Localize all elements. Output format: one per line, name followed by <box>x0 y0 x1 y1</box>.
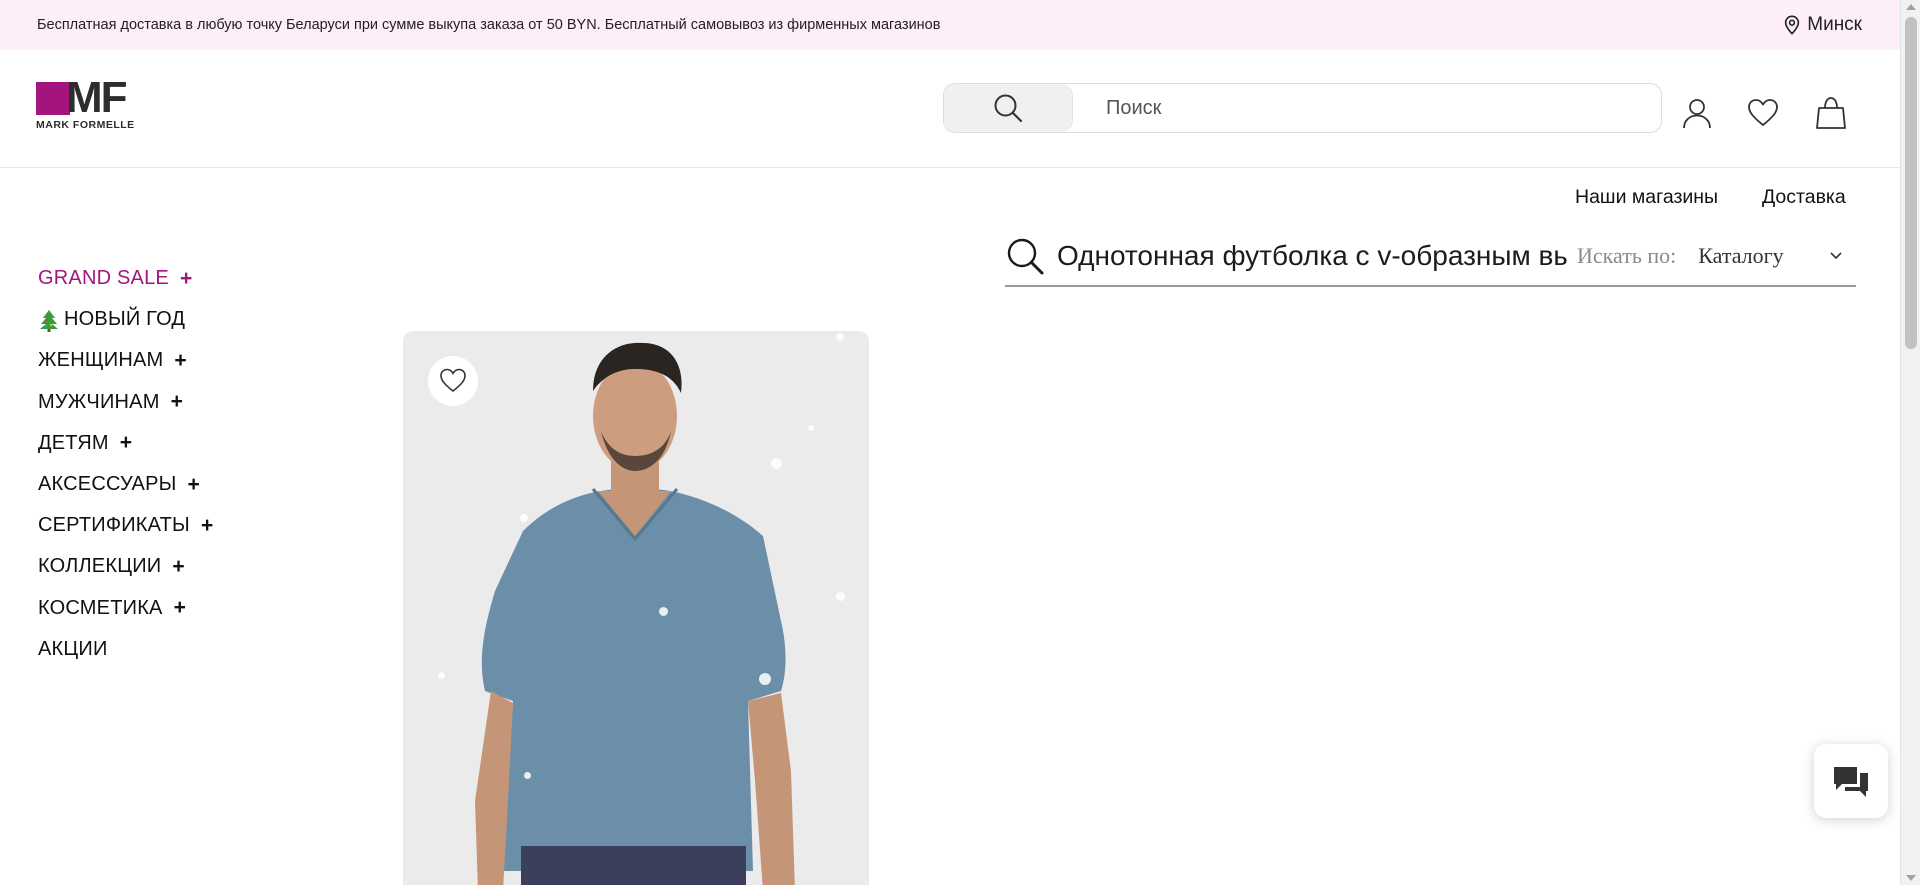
product-card[interactable] <box>403 331 869 885</box>
nav-item-accessories[interactable]: АКСЕССУАРЫ + <box>38 464 213 505</box>
product-image[interactable] <box>403 331 869 885</box>
logo[interactable]: MF MARK FORMELLE <box>36 76 158 132</box>
catalog-search-input[interactable]: Однотонная футболка с v-образным вы <box>1057 240 1567 272</box>
shopping-bag-icon <box>1816 97 1846 129</box>
nav-item-label: ЖЕНЩИНАМ <box>38 349 164 372</box>
expand-icon[interactable]: + <box>174 596 186 620</box>
user-icon <box>1683 99 1711 129</box>
christmas-tree-icon <box>40 309 58 332</box>
search-icon <box>994 94 1023 123</box>
nav-item-label: АКЦИИ <box>38 637 108 660</box>
promo-text: Бесплатная доставка в любую точку Белару… <box>37 17 941 33</box>
snowflake <box>836 592 845 601</box>
expand-icon[interactable]: + <box>120 431 132 455</box>
site-header: MF MARK FORMELLE <box>0 50 1900 168</box>
snowflake <box>836 333 844 341</box>
nav-item-label: КОЛЛЕКЦИИ <box>38 555 162 578</box>
city-selector[interactable]: Минск <box>1783 14 1862 36</box>
nav-item-kids[interactable]: ДЕТЯМ + <box>38 423 213 464</box>
heart-icon <box>440 368 466 393</box>
chevron-down-icon[interactable] <box>1828 248 1844 264</box>
cart-button[interactable] <box>1813 95 1849 131</box>
heart-icon <box>1748 99 1778 126</box>
add-to-wishlist-button[interactable] <box>428 356 478 406</box>
stores-link[interactable]: Наши магазины <box>1575 186 1718 209</box>
nav-item-label: СЕРТИФИКАТЫ <box>38 514 190 537</box>
snowflake <box>808 425 814 431</box>
nav-item-label: КОСМЕТИКА <box>38 596 163 619</box>
city-label: Минск <box>1807 14 1862 35</box>
nav-item-label: АКСЕССУАРЫ <box>38 473 177 496</box>
scroll-up-arrow[interactable] <box>1906 4 1916 10</box>
nav-item-label: GRAND SALE <box>38 267 169 290</box>
expand-icon[interactable]: + <box>174 349 186 373</box>
search-icon[interactable] <box>1005 236 1045 276</box>
nav-item-label: МУЖЧИНАМ <box>38 390 160 413</box>
nav-item-label: НОВЫЙ ГОД <box>64 308 186 331</box>
expand-icon[interactable]: + <box>180 267 192 291</box>
snowflake <box>771 458 782 469</box>
snowflake <box>524 772 531 779</box>
page-scrollbar[interactable] <box>1900 0 1920 885</box>
delivery-link[interactable]: Доставка <box>1762 186 1846 209</box>
logo-square <box>36 82 70 115</box>
scroll-thumb[interactable] <box>1905 17 1917 349</box>
expand-icon[interactable]: + <box>201 514 213 538</box>
catalog-search: Однотонная футболка с v-образным вы Иска… <box>1005 226 1856 287</box>
snowflake <box>659 607 668 616</box>
chat-button[interactable] <box>1814 744 1888 818</box>
promo-bar: Бесплатная доставка в любую точку Белару… <box>0 0 1900 50</box>
wishlist-button[interactable] <box>1745 95 1781 131</box>
nav-item-certificates[interactable]: СЕРТИФИКАТЫ + <box>38 505 213 546</box>
location-pin-icon <box>1785 15 1800 35</box>
category-nav: GRAND SALE + НОВЫЙ ГОД ЖЕНЩИНАМ + МУЖЧИН… <box>38 258 213 670</box>
nav-item-women[interactable]: ЖЕНЩИНАМ + <box>38 340 213 381</box>
nav-item-label: ДЕТЯМ <box>38 431 109 454</box>
nav-item-cosmetics[interactable]: КОСМЕТИКА + <box>38 588 213 629</box>
nav-item-promotions[interactable]: АКЦИИ <box>38 629 213 670</box>
search-input[interactable] <box>1073 84 1661 132</box>
search-by-select[interactable]: Каталогу <box>1698 243 1783 269</box>
expand-icon[interactable]: + <box>172 555 184 579</box>
expand-icon[interactable]: + <box>188 473 200 497</box>
snowflake <box>520 514 528 522</box>
scroll-down-arrow[interactable] <box>1906 875 1916 881</box>
logo-mark: MF <box>66 73 128 122</box>
account-button[interactable] <box>1679 95 1715 131</box>
nav-item-new-year[interactable]: НОВЫЙ ГОД <box>38 299 213 340</box>
snowflake <box>438 672 445 679</box>
expand-icon[interactable]: + <box>171 390 183 414</box>
chat-icon <box>1834 767 1868 797</box>
nav-item-men[interactable]: МУЖЧИНАМ + <box>38 382 213 423</box>
search-button[interactable] <box>944 84 1073 132</box>
nav-item-collections[interactable]: КОЛЛЕКЦИИ + <box>38 546 213 587</box>
logo-name: MARK FORMELLE <box>36 119 135 131</box>
snowflake <box>759 673 771 685</box>
search-by-label: Искать по: <box>1577 242 1677 268</box>
nav-item-grand-sale[interactable]: GRAND SALE + <box>38 258 213 299</box>
header-search <box>943 83 1662 133</box>
